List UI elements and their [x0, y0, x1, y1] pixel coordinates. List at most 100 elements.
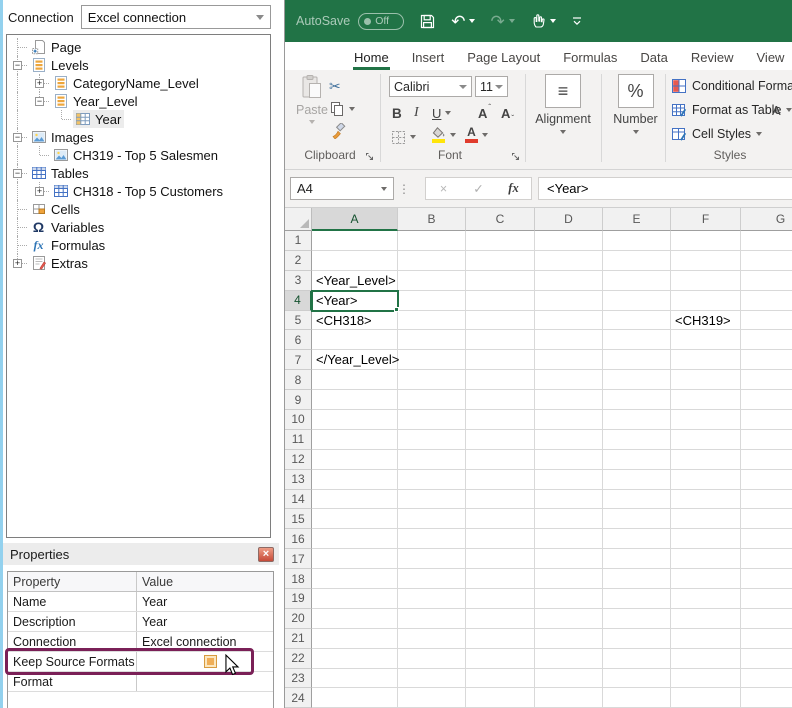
cell-D19[interactable]: [535, 589, 603, 609]
cell-D3[interactable]: [535, 271, 603, 291]
cell-B7[interactable]: [398, 350, 466, 370]
tab-formulas[interactable]: Formulas: [562, 45, 618, 70]
row-header-13[interactable]: 13: [285, 470, 312, 490]
cell-B12[interactable]: [398, 450, 466, 470]
cell-F18[interactable]: [671, 569, 741, 589]
autosave-toggle[interactable]: Off: [358, 13, 404, 30]
tree-item-ch318-top-5-customers[interactable]: +CH318 - Top 5 Customers: [7, 182, 270, 200]
cell-F11[interactable]: [671, 430, 741, 450]
tree-expander-minus[interactable]: −: [13, 61, 22, 70]
cell-D11[interactable]: [535, 430, 603, 450]
cell-A1[interactable]: [312, 231, 398, 251]
cell-A5[interactable]: <CH318>: [312, 311, 398, 331]
cell-B2[interactable]: [398, 251, 466, 271]
tree-expander-plus[interactable]: +: [35, 187, 44, 196]
cut-button[interactable]: ✂: [329, 78, 341, 95]
close-icon[interactable]: ×: [258, 547, 274, 562]
select-all-corner[interactable]: [285, 208, 312, 231]
cell-D10[interactable]: [535, 410, 603, 430]
cell-A8[interactable]: [312, 370, 398, 390]
cell-F1[interactable]: [671, 231, 741, 251]
cell-G15[interactable]: [741, 509, 792, 529]
cell-A7[interactable]: </Year_Level>: [312, 350, 398, 370]
cell-A4[interactable]: <Year>: [312, 291, 398, 311]
tab-view[interactable]: View: [756, 45, 786, 70]
cell-D24[interactable]: [535, 688, 603, 708]
cell-B8[interactable]: [398, 370, 466, 390]
cell-F6[interactable]: [671, 330, 741, 350]
cell-C3[interactable]: [466, 271, 535, 291]
column-header-C[interactable]: C: [466, 208, 535, 231]
row-header-17[interactable]: 17: [285, 549, 312, 569]
alignment-button[interactable]: ≡ Alignment: [532, 74, 594, 134]
cell-F10[interactable]: [671, 410, 741, 430]
cell-G21[interactable]: [741, 629, 792, 649]
cell-E8[interactable]: [603, 370, 671, 390]
row-header-4[interactable]: 4: [285, 291, 312, 311]
cell-C14[interactable]: [466, 490, 535, 510]
tree-item-variables[interactable]: ΩVariables: [7, 218, 270, 236]
cell-G4[interactable]: [741, 291, 792, 311]
cell-C17[interactable]: [466, 549, 535, 569]
tree-expander-plus[interactable]: +: [35, 79, 44, 88]
font-color-button[interactable]: A: [465, 125, 488, 145]
cell-G7[interactable]: [741, 350, 792, 370]
cell-G12[interactable]: [741, 450, 792, 470]
row-header-19[interactable]: 19: [285, 589, 312, 609]
column-header-B[interactable]: B: [398, 208, 466, 231]
row-header-14[interactable]: 14: [285, 490, 312, 510]
tree-item-ch319-top-5-salesmen[interactable]: CH319 - Top 5 Salesmen: [7, 146, 270, 164]
cell-F8[interactable]: [671, 370, 741, 390]
cell-C24[interactable]: [466, 688, 535, 708]
cell-F16[interactable]: [671, 529, 741, 549]
cell-F9[interactable]: [671, 390, 741, 410]
column-header-A[interactable]: A: [312, 208, 398, 231]
row-header-24[interactable]: 24: [285, 688, 312, 708]
cell-D14[interactable]: [535, 490, 603, 510]
cell-G13[interactable]: [741, 470, 792, 490]
cell-B1[interactable]: [398, 231, 466, 251]
fill-handle[interactable]: [394, 307, 399, 312]
cell-E21[interactable]: [603, 629, 671, 649]
cell-D6[interactable]: [535, 330, 603, 350]
cell-F3[interactable]: [671, 271, 741, 291]
cell-C6[interactable]: [466, 330, 535, 350]
cell-D5[interactable]: [535, 311, 603, 331]
formula-input[interactable]: <Year>: [538, 177, 792, 200]
row-header-16[interactable]: 16: [285, 529, 312, 549]
cell-F22[interactable]: [671, 649, 741, 669]
cell-E16[interactable]: [603, 529, 671, 549]
cell-G5[interactable]: [741, 311, 792, 331]
tab-review[interactable]: Review: [690, 45, 735, 70]
cell-D9[interactable]: [535, 390, 603, 410]
cell-B9[interactable]: [398, 390, 466, 410]
cell-D13[interactable]: [535, 470, 603, 490]
cell-A20[interactable]: [312, 609, 398, 629]
row-header-10[interactable]: 10: [285, 410, 312, 430]
conditional-formatting-button[interactable]: Conditional Formatting: [670, 78, 792, 94]
cell-D15[interactable]: [535, 509, 603, 529]
cell-A19[interactable]: [312, 589, 398, 609]
cell-B19[interactable]: [398, 589, 466, 609]
cell-C21[interactable]: [466, 629, 535, 649]
cell-D8[interactable]: [535, 370, 603, 390]
cell-A16[interactable]: [312, 529, 398, 549]
cell-C11[interactable]: [466, 430, 535, 450]
cell-A23[interactable]: [312, 669, 398, 689]
connection-dropdown[interactable]: Excel connection: [81, 5, 271, 29]
cell-G16[interactable]: [741, 529, 792, 549]
cancel-icon[interactable]: ×: [426, 178, 461, 199]
cell-G2[interactable]: [741, 251, 792, 271]
cell-F23[interactable]: [671, 669, 741, 689]
cell-A15[interactable]: [312, 509, 398, 529]
tree-item-images[interactable]: −Images: [7, 128, 270, 146]
column-header-E[interactable]: E: [603, 208, 671, 231]
cell-F12[interactable]: [671, 450, 741, 470]
cell-B21[interactable]: [398, 629, 466, 649]
row-header-21[interactable]: 21: [285, 629, 312, 649]
underline-button[interactable]: U: [432, 103, 451, 123]
cell-B15[interactable]: [398, 509, 466, 529]
row-header-12[interactable]: 12: [285, 450, 312, 470]
fill-color-button[interactable]: [431, 125, 456, 145]
cell-G8[interactable]: [741, 370, 792, 390]
